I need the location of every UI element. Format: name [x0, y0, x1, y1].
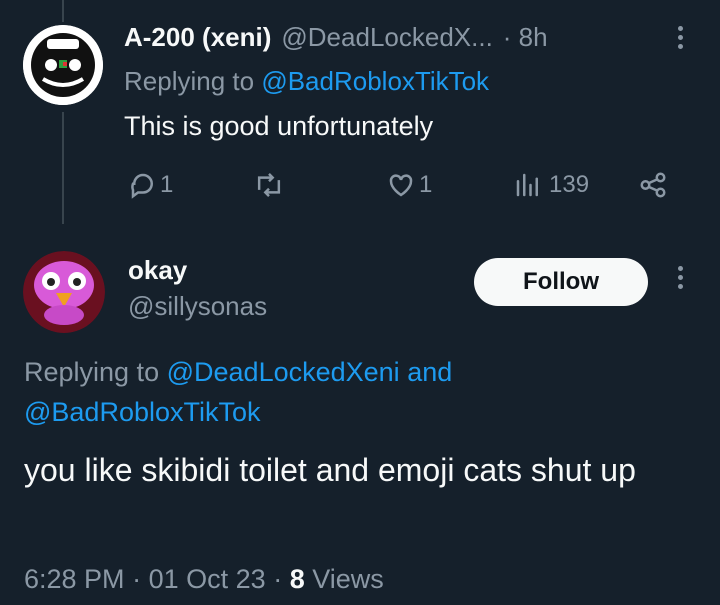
main-handle[interactable]: @sillysonas — [128, 291, 267, 322]
reply-replying-line: Replying to @BadRobloxTikTok — [124, 66, 489, 97]
follow-button[interactable]: Follow — [474, 258, 648, 306]
avatar-okay-image — [23, 251, 105, 333]
main-tweet-text: you like skibidi toilet and emoji cats s… — [24, 452, 636, 488]
share-action[interactable] — [638, 170, 668, 200]
meta-separator-1: · — [132, 564, 142, 594]
main-date[interactable]: 01 Oct 23 — [149, 564, 266, 594]
heart-icon — [389, 174, 413, 197]
main-replying-line: Replying to @DeadLockedXeni and @BadRobl… — [24, 352, 704, 432]
meta-separator-2: · — [273, 564, 283, 594]
thread-line-bottom — [62, 112, 64, 224]
main-replying-link-2[interactable]: @BadRobloxTikTok — [24, 397, 261, 427]
reply-handle[interactable]: @DeadLockedX... — [281, 22, 492, 53]
avatar-xeni-image — [23, 25, 103, 105]
views-action[interactable]: 139 — [513, 170, 589, 200]
thread-line-top — [62, 0, 64, 22]
repost-icon — [257, 173, 281, 197]
avatar-okay[interactable] — [23, 251, 105, 333]
main-views-count[interactable]: 8 — [290, 564, 305, 594]
repost-action[interactable] — [253, 170, 285, 200]
reply-replying-link[interactable]: @BadRobloxTikTok — [261, 66, 489, 96]
reply-time[interactable]: · 8h — [503, 22, 548, 53]
reply-count: 1 — [160, 171, 174, 198]
reply-action[interactable]: 1 — [128, 170, 173, 200]
reply-more-button[interactable] — [668, 22, 692, 62]
main-replying-link-1[interactable]: @DeadLockedXeni — [167, 357, 400, 387]
reply-display-name[interactable]: A-200 (xeni) — [124, 22, 271, 53]
reply-tweet-header: A-200 (xeni) @DeadLockedX... · 8h — [124, 22, 548, 53]
like-count: 1 — [419, 171, 433, 198]
avatar-xeni[interactable] — [23, 25, 103, 105]
views-count: 139 — [549, 171, 590, 198]
main-replying-and: and — [407, 357, 453, 387]
main-replying-prefix: Replying to — [24, 357, 160, 387]
main-display-name[interactable]: okay — [128, 255, 187, 286]
main-views-label: Views — [312, 564, 384, 594]
reply-icon — [131, 173, 153, 199]
main-time[interactable]: 6:28 PM — [24, 564, 125, 594]
like-action[interactable]: 1 — [385, 170, 432, 200]
reply-tweet-text: This is good unfortunately — [124, 111, 434, 141]
reply-replying-prefix: Replying to — [124, 66, 255, 96]
views-icon — [516, 173, 538, 197]
main-more-button[interactable] — [668, 262, 692, 302]
main-tweet-meta: 6:28 PM · 01 Oct 23 · 8 Views — [24, 564, 384, 595]
share-icon — [640, 172, 666, 198]
